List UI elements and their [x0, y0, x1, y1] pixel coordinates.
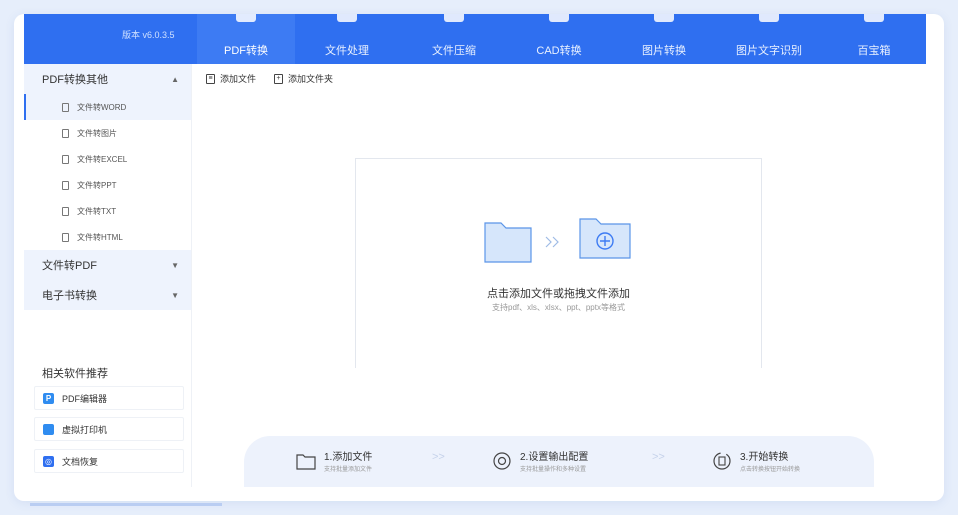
- tab-label: PDF转换: [224, 45, 268, 57]
- version-label: 版本 v6.0.3.5: [122, 30, 175, 40]
- ocr-icon: [759, 14, 779, 22]
- caret-down-icon: ▼: [171, 260, 179, 270]
- step-desc: 支持批量操作和多种设置: [520, 467, 587, 473]
- folder-step-icon: [296, 453, 316, 470]
- image-icon: [654, 14, 674, 22]
- compress-icon: [444, 14, 464, 22]
- txt-file-icon: [62, 206, 69, 216]
- bottom-accent-bar: [30, 503, 222, 506]
- add-folder-icon: +: [274, 73, 284, 84]
- sidebar-item-label: 文件转WORD: [77, 102, 127, 112]
- settings-step-icon: [493, 451, 511, 470]
- file-icon: [62, 102, 69, 112]
- convert-step-icon: [713, 451, 731, 470]
- file-drop-zone[interactable]: 点击添加文件或拖拽文件添加 支持pdf、xls、xlsx、ppt、pptx等格式: [355, 158, 762, 368]
- tab-ocr[interactable]: 图片文字识别: [719, 14, 819, 64]
- file-process-icon: [337, 14, 357, 22]
- sidebar-item-to-word[interactable]: 文件转WORD: [24, 94, 191, 120]
- caret-up-icon: ▲: [171, 74, 179, 84]
- recommend-doc-recovery[interactable]: ◎ 文档恢复: [34, 449, 184, 473]
- group-label: 电子书转换: [42, 290, 97, 302]
- add-file-icon: ≡: [206, 73, 215, 84]
- step-output-config: 2.设置输出配置 支持批量操作和多种设置: [492, 448, 588, 473]
- add-file-label: 添加文件: [220, 74, 257, 84]
- sidebar-item-label: 文件转TXT: [77, 206, 117, 216]
- drop-zone-hint: 支持pdf、xls、xlsx、ppt、pptx等格式: [492, 303, 625, 312]
- sidebar: PDF转换其他 ▲ 文件转WORD 文件转图片 文件转EXCEL 文件转PPT …: [24, 64, 192, 487]
- chevrons-icon: >>: [432, 451, 445, 463]
- drop-zone-title: 点击添加文件或拖拽文件添加: [487, 288, 630, 300]
- tab-pdf-convert[interactable]: PDF转换: [197, 14, 295, 64]
- tab-image-convert[interactable]: 图片转换: [619, 14, 709, 64]
- tab-label: 文件处理: [325, 45, 369, 57]
- group-label: 文件转PDF: [42, 260, 97, 272]
- printer-icon: [43, 423, 54, 435]
- tab-label: CAD转换: [536, 45, 582, 57]
- sidebar-item-to-image[interactable]: 文件转图片: [24, 120, 191, 146]
- sidebar-item-label: 文件转图片: [77, 128, 117, 138]
- pdf-convert-icon: [236, 14, 256, 22]
- toolbox-icon: [864, 14, 884, 22]
- file-toolbar: ≡ 添加文件 + 添加文件夹: [206, 72, 333, 85]
- pdf-editor-icon: P: [43, 392, 54, 404]
- sidebar-item-label: 文件转PPT: [77, 180, 117, 190]
- add-folder-button[interactable]: + 添加文件夹: [274, 72, 333, 85]
- step-title: 2.设置输出配置: [520, 452, 589, 463]
- recommend-title: 相关软件推荐: [42, 368, 108, 380]
- folder-icon: [484, 218, 631, 263]
- sidebar-item-to-excel[interactable]: 文件转EXCEL: [24, 146, 191, 172]
- step-desc: 点击转换按钮开始转换: [740, 467, 801, 473]
- tab-file-process[interactable]: 文件处理: [302, 14, 392, 64]
- step-title: 1.添加文件: [324, 452, 373, 463]
- sidebar-group-file-to-pdf[interactable]: 文件转PDF ▼: [24, 250, 191, 280]
- top-nav: 版本 v6.0.3.5 PDF转换 文件处理 文件压缩 CAD转换 图片转换 图…: [24, 14, 926, 64]
- recommend-label: PDF编辑器: [62, 393, 108, 404]
- tab-label: 图片文字识别: [736, 45, 802, 57]
- excel-file-icon: [62, 154, 69, 164]
- sidebar-group-pdf-other[interactable]: PDF转换其他 ▲: [24, 64, 191, 94]
- add-folder-label: 添加文件夹: [288, 74, 334, 84]
- cad-icon: [549, 14, 569, 22]
- group-label: PDF转换其他: [42, 74, 108, 86]
- step-start-convert: 3.开始转换 点击转换按钮开始转换: [712, 448, 800, 473]
- recommend-label: 虚拟打印机: [62, 424, 108, 435]
- steps-bar: 1.添加文件 支持批量添加文件 >> 2.设置输出配置 支持批量操作和多种设置 …: [244, 436, 874, 487]
- tab-cad-convert[interactable]: CAD转换: [514, 14, 604, 64]
- recommend-pdf-editor[interactable]: P PDF编辑器: [34, 386, 184, 410]
- step-desc: 支持批量添加文件: [324, 467, 373, 473]
- caret-down-icon: ▼: [171, 290, 179, 300]
- tab-label: 图片转换: [642, 45, 686, 57]
- sidebar-item-to-ppt[interactable]: 文件转PPT: [24, 172, 191, 198]
- tab-label: 百宝箱: [857, 45, 891, 57]
- sidebar-item-to-txt[interactable]: 文件转TXT: [24, 198, 191, 224]
- sidebar-item-to-html[interactable]: 文件转HTML: [24, 224, 191, 250]
- html-file-icon: [62, 232, 69, 242]
- ppt-file-icon: [62, 180, 69, 190]
- sidebar-item-label: 文件转EXCEL: [77, 154, 128, 164]
- recommend-label: 文档恢复: [62, 456, 99, 467]
- recommend-virtual-printer[interactable]: 虚拟打印机: [34, 417, 184, 441]
- sidebar-group-ebook[interactable]: 电子书转换 ▼: [24, 280, 191, 310]
- tab-label: 文件压缩: [432, 45, 476, 57]
- recover-icon: ◎: [43, 455, 54, 467]
- image-file-icon: [62, 128, 69, 138]
- tab-toolbox[interactable]: 百宝箱: [834, 14, 914, 64]
- step-title: 3.开始转换: [740, 452, 789, 463]
- sidebar-item-label: 文件转HTML: [77, 232, 123, 242]
- step-add-files: 1.添加文件 支持批量添加文件: [296, 448, 372, 473]
- add-file-button[interactable]: ≡ 添加文件: [206, 72, 256, 85]
- tab-file-compress[interactable]: 文件压缩: [409, 14, 499, 64]
- chevrons-icon: >>: [652, 451, 665, 463]
